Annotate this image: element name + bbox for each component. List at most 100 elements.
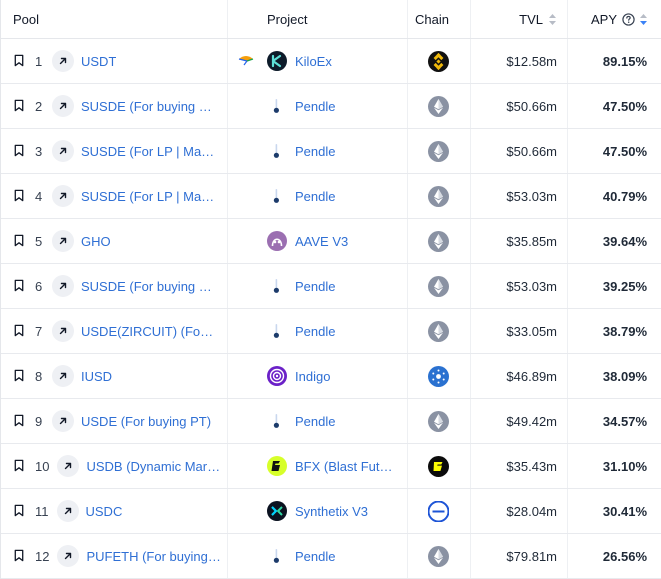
table-row[interactable]: 2 SUSDE (For buying PT) Pendle $50.66m 4… <box>1 84 661 129</box>
apy-value: 30.41% <box>602 503 647 519</box>
external-link-icon[interactable] <box>52 410 74 432</box>
pool-link[interactable]: USDE(ZIRCUIT) (For buying PT) <box>81 324 216 339</box>
pool-link[interactable]: USDB (Dynamic Market) <box>86 459 221 474</box>
table-row[interactable]: 3 SUSDE (For LP | Maturity) Pendle $50.6… <box>1 129 661 174</box>
table-row[interactable]: 4 SUSDE (For LP | Maturity) Pendle $53.0… <box>1 174 661 219</box>
chain-cell <box>407 174 470 218</box>
pool-link[interactable]: GHO <box>81 234 111 249</box>
external-link-icon[interactable] <box>52 275 74 297</box>
project-link[interactable]: KiloEx <box>295 54 332 69</box>
project-link[interactable]: Pendle <box>295 189 335 204</box>
table-row[interactable]: 10 USDB (Dynamic Market) BFX (Blast Futu… <box>1 444 661 489</box>
apy-cell: 38.79% <box>567 309 661 353</box>
bookmark-icon[interactable] <box>13 504 27 518</box>
rank-number: 1 <box>35 53 43 69</box>
table-row[interactable]: 11 USDC Synthetix V3 $28.04m 30.41% <box>1 489 661 534</box>
table-row[interactable]: 6 SUSDE (For buying PT) Pendle $53.03m 3… <box>1 264 661 309</box>
external-link-icon[interactable] <box>52 230 74 252</box>
project-link[interactable]: Pendle <box>295 99 335 114</box>
external-link-icon[interactable] <box>52 50 74 72</box>
pool-link[interactable]: SUSDE (For LP | Maturity) <box>81 189 216 204</box>
apy-sort-header[interactable]: APY <box>567 0 661 38</box>
table-row[interactable]: 1 USDT KiloEx $12.58m 89.15% <box>1 39 661 84</box>
apy-value: 38.79% <box>602 323 647 339</box>
project-link[interactable]: Pendle <box>295 414 335 429</box>
tvl-sort-header[interactable]: TVL <box>470 0 567 38</box>
project-column-header: Project <box>267 0 307 38</box>
kiloex-logo <box>267 51 287 71</box>
project-link[interactable]: Pendle <box>295 324 335 339</box>
tvl-value: $49.42m <box>506 413 557 429</box>
bookmark-icon[interactable] <box>13 99 27 113</box>
external-link-icon[interactable] <box>52 95 74 117</box>
project-cell: KiloEx <box>227 39 407 83</box>
chain-cell <box>407 444 470 488</box>
external-link-icon[interactable] <box>52 185 74 207</box>
pool-cell: 5 GHO <box>1 219 227 263</box>
table-row[interactable]: 12 PUFETH (For buying PT) Pendle $79.81m… <box>1 534 661 579</box>
project-link[interactable]: Pendle <box>295 549 335 564</box>
tvl-value: $35.43m <box>506 458 557 474</box>
pool-link[interactable]: SUSDE (For LP | Maturity) <box>81 144 216 159</box>
pool-link[interactable]: PUFETH (For buying PT) <box>86 549 221 564</box>
apy-cell: 40.79% <box>567 174 661 218</box>
apy-cell: 39.64% <box>567 219 661 263</box>
external-link-icon[interactable] <box>56 500 79 522</box>
sort-icon <box>549 13 556 25</box>
help-circle-icon[interactable] <box>622 12 635 26</box>
bookmark-icon[interactable] <box>13 459 27 473</box>
bookmark-icon[interactable] <box>13 234 27 248</box>
bookmark-icon[interactable] <box>13 54 27 68</box>
bookmark-icon[interactable] <box>13 144 27 158</box>
apy-value: 47.50% <box>602 143 647 159</box>
rank-number: 2 <box>35 98 43 114</box>
project-link[interactable]: Pendle <box>295 279 335 294</box>
bookmark-icon[interactable] <box>13 414 27 428</box>
pool-link[interactable]: USDC <box>86 504 123 519</box>
pool-column-header: Pool <box>1 0 227 38</box>
external-link-icon[interactable] <box>57 545 80 567</box>
base-icon <box>428 500 449 522</box>
project-link[interactable]: BFX (Blast Futures) <box>295 459 393 474</box>
bookmark-icon[interactable] <box>13 189 27 203</box>
tvl-cell: $50.66m <box>470 84 567 128</box>
bookmark-icon[interactable] <box>13 324 27 338</box>
chain-cell <box>407 354 470 398</box>
cardano-icon <box>428 365 449 387</box>
apy-cell: 31.10% <box>567 444 661 488</box>
tvl-cell: $53.03m <box>470 264 567 308</box>
chain-cell <box>407 39 470 83</box>
apy-cell: 47.50% <box>567 129 661 173</box>
column-divider <box>407 0 408 38</box>
tvl-cell: $79.81m <box>470 534 567 578</box>
table-row[interactable]: 8 IUSD Indigo $46.89m 38.09% <box>1 354 661 399</box>
project-link[interactable]: Indigo <box>295 369 330 384</box>
rank-number: 5 <box>35 233 43 249</box>
project-cell: Pendle <box>227 309 407 353</box>
project-link[interactable]: Pendle <box>295 144 335 159</box>
tvl-cell: $33.05m <box>470 309 567 353</box>
pool-link[interactable]: SUSDE (For buying PT) <box>81 99 216 114</box>
apy-cell: 89.15% <box>567 39 661 83</box>
bookmark-icon[interactable] <box>13 369 27 383</box>
pool-link[interactable]: SUSDE (For buying PT) <box>81 279 216 294</box>
pool-link[interactable]: USDE (For buying PT) <box>81 414 211 429</box>
external-link-icon[interactable] <box>52 365 74 387</box>
external-link-icon[interactable] <box>52 140 74 162</box>
pool-link[interactable]: USDT <box>81 54 116 69</box>
table-row[interactable]: 5 GHO AAVE V3 $35.85m 39.64% <box>1 219 661 264</box>
project-link[interactable]: Synthetix V3 <box>295 504 368 519</box>
external-link-icon[interactable] <box>57 455 80 477</box>
table-row[interactable]: 7 USDE(ZIRCUIT) (For buying PT) Pendle $… <box>1 309 661 354</box>
apy-cell: 39.25% <box>567 264 661 308</box>
external-link-icon[interactable] <box>52 320 74 342</box>
bookmark-icon[interactable] <box>13 279 27 293</box>
table-row[interactable]: 9 USDE (For buying PT) Pendle $49.42m 34… <box>1 399 661 444</box>
project-link[interactable]: AAVE V3 <box>295 234 348 249</box>
chain-cell <box>407 309 470 353</box>
pool-link[interactable]: IUSD <box>81 369 112 384</box>
table-header: Pool Project Chain TVL APY <box>1 0 661 39</box>
bookmark-icon[interactable] <box>13 549 27 563</box>
pendle-logo <box>267 546 287 566</box>
rank-number: 3 <box>35 143 43 159</box>
